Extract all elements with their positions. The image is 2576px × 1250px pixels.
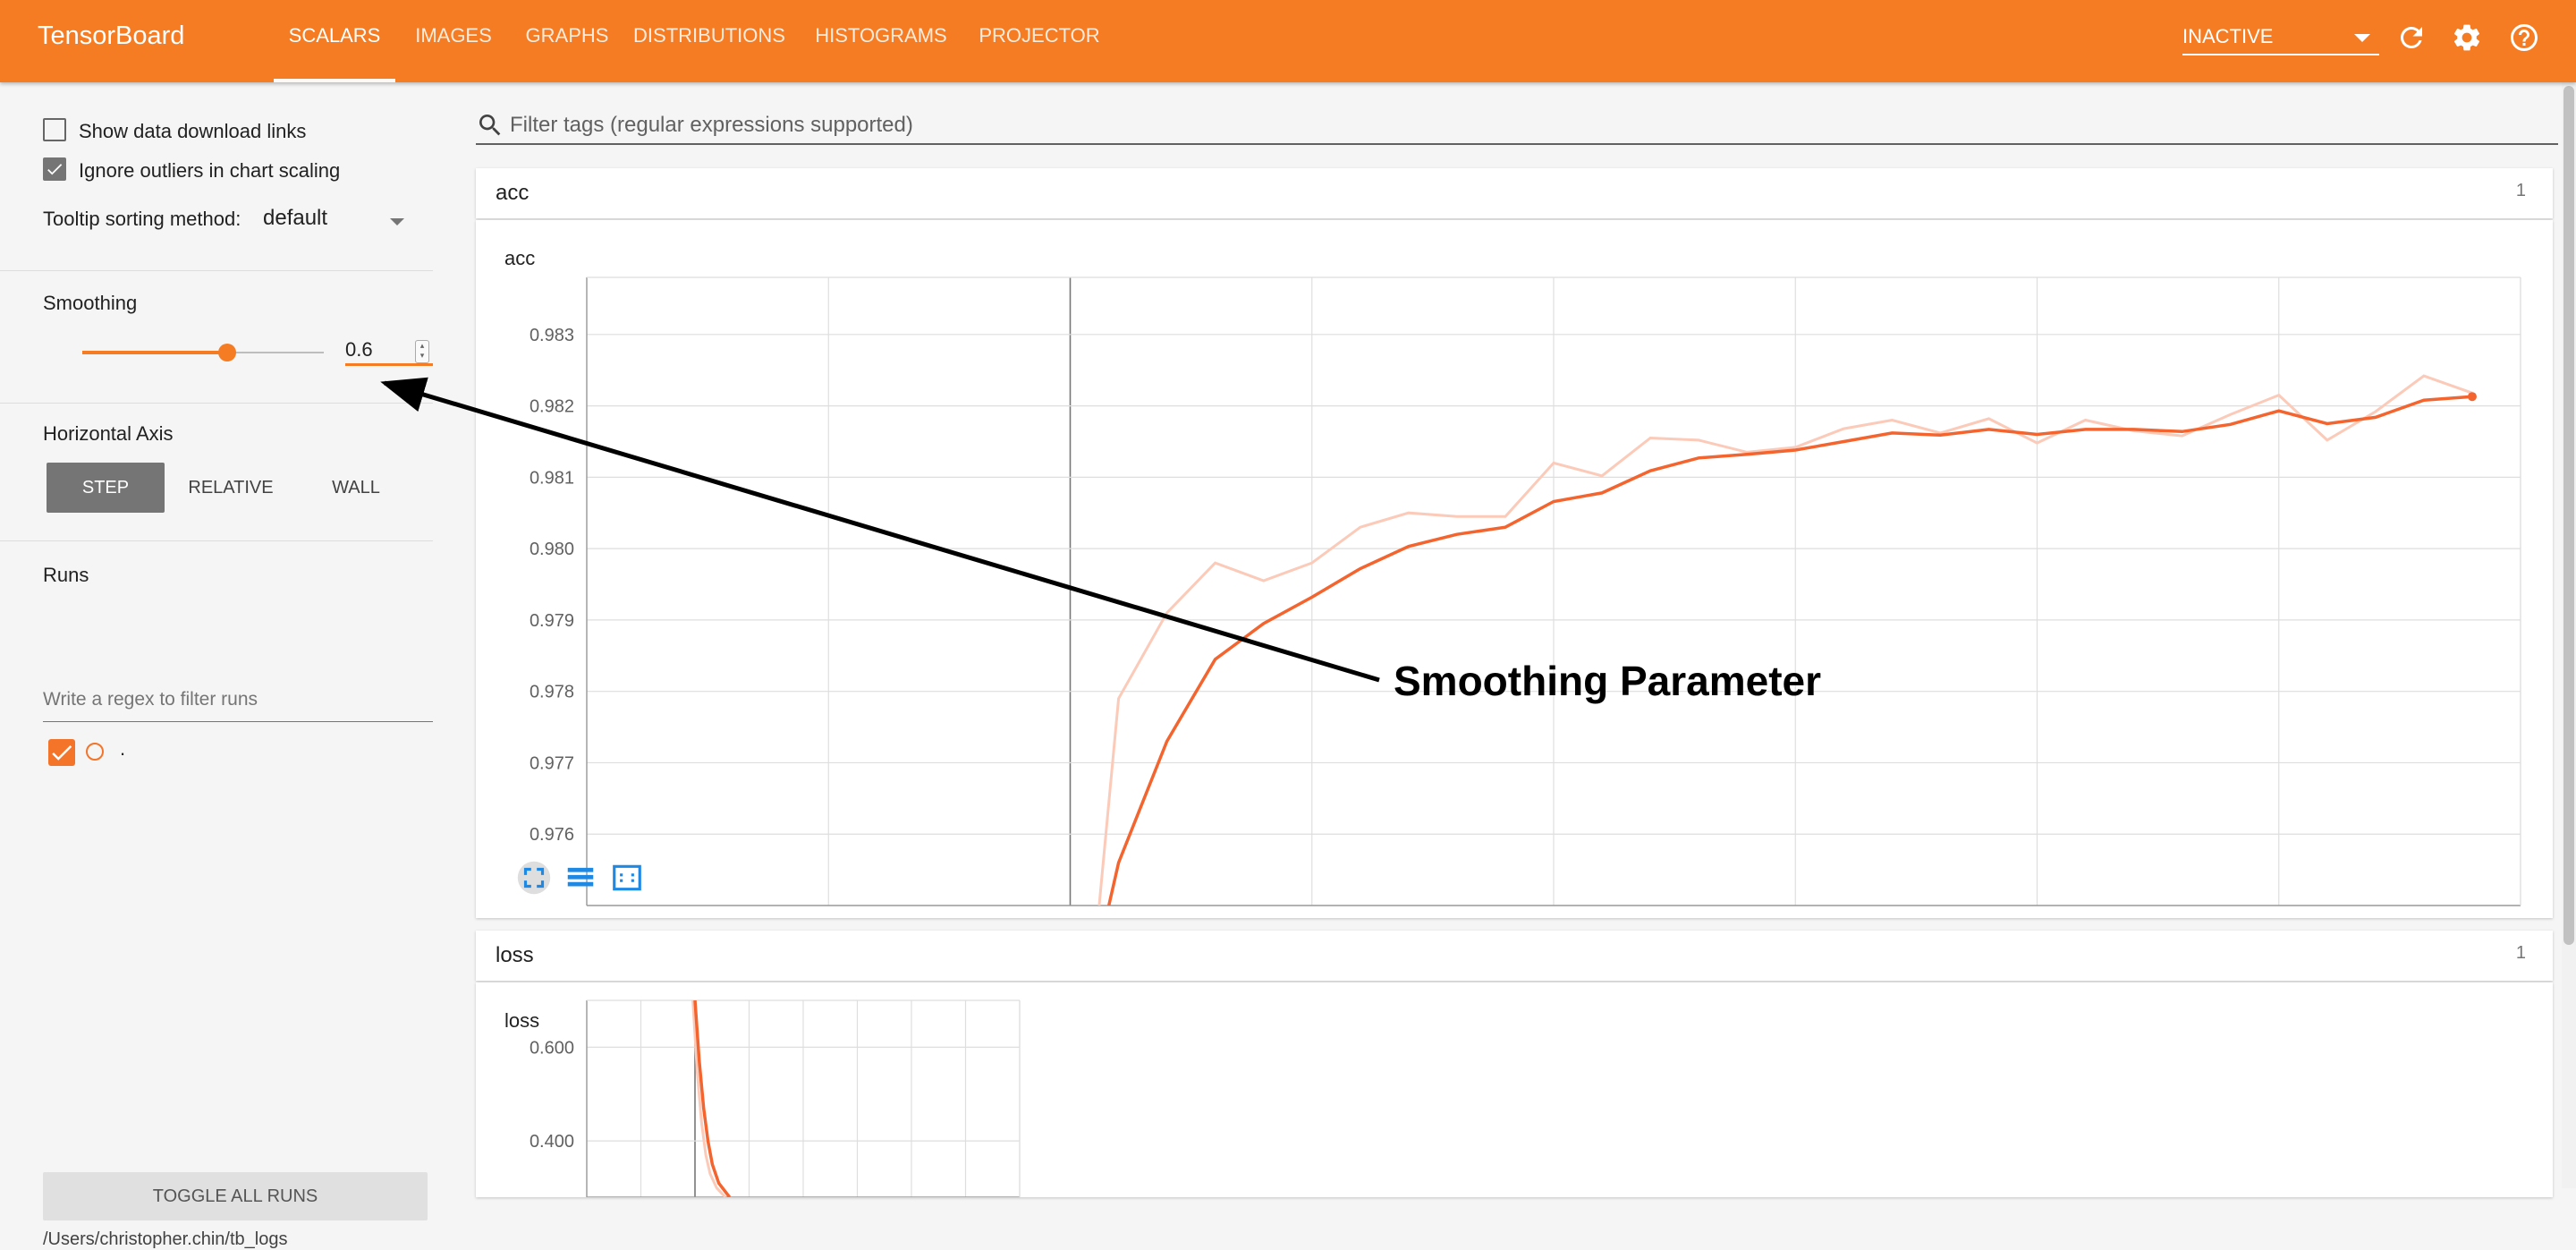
card-count: 1: [2515, 943, 2526, 963]
tab-histograms[interactable]: HISTOGRAMS: [796, 0, 966, 82]
axis-wall-button[interactable]: WALL: [304, 463, 408, 513]
divider: [0, 270, 433, 271]
raw-series-line: [1097, 374, 2473, 906]
refresh-icon[interactable]: [2395, 21, 2428, 54]
tooltip-sorting-arrow-icon[interactable]: [390, 218, 404, 225]
y-tick-label: 0.600: [530, 1038, 574, 1058]
tag-filter-placeholder: Filter tags (regular expressions support…: [510, 113, 913, 137]
y-tick-label: 0.976: [530, 825, 574, 845]
smoothing-label: Smoothing: [43, 292, 138, 314]
tab-distributions[interactable]: DISTRIBUTIONS: [623, 0, 796, 82]
tab-graphs[interactable]: GRAPHS: [512, 0, 623, 82]
search-icon: [479, 115, 501, 136]
runs-label: Runs: [43, 564, 89, 586]
ignore-outliers-checkbox[interactable]: [43, 157, 66, 181]
tag-filter-input[interactable]: Filter tags (regular expressions support…: [476, 109, 2558, 145]
checkmark-icon: [52, 745, 72, 761]
runs-filter-input[interactable]: Write a regex to filter runs: [43, 687, 433, 722]
ignore-outliers-label: Ignore outliers in chart scaling: [79, 159, 341, 182]
tab-scalars[interactable]: SCALARS: [274, 0, 395, 82]
tooltip-sorting-label: Tooltip sorting method:: [43, 208, 242, 230]
run-status-dropdown[interactable]: INACTIVE: [2182, 23, 2379, 55]
log-directory: /Users/christopher.chin/tb_logs: [43, 1229, 288, 1249]
run-checkbox[interactable]: [48, 739, 75, 766]
smoothed-series-line: [1106, 395, 2473, 906]
main-content: Filter tags (regular expressions support…: [433, 82, 2562, 1197]
divider: [0, 403, 433, 404]
axis-relative-button[interactable]: RELATIVE: [175, 463, 286, 513]
show-download-links-label: Show data download links: [79, 120, 307, 142]
acc-chart[interactable]: 0.976 0.977 0.978 0.979 0.980 0.981 0.982 0.983…: [476, 220, 2553, 918]
log-scale-icon[interactable]: [564, 861, 597, 895]
app-title: TensorBoard: [38, 21, 185, 50]
show-download-links-checkbox[interactable]: [43, 118, 66, 141]
y-tick-label: 0.983: [530, 326, 574, 345]
y-tick-label: 0.400: [530, 1132, 574, 1152]
card-header-acc[interactable]: acc 1: [476, 168, 2553, 218]
dropdown-arrow-icon: [2354, 34, 2370, 42]
y-tick-label: 0.980: [530, 540, 574, 559]
settings-icon[interactable]: [2451, 21, 2483, 54]
top-app-bar: TensorBoard SCALARS IMAGES GRAPHS DISTRI…: [0, 0, 2576, 82]
help-icon[interactable]: [2508, 21, 2540, 54]
runs-filter-placeholder: Write a regex to filter runs: [43, 689, 258, 710]
tooltip-sorting-select[interactable]: default: [263, 206, 327, 231]
horizontal-axis-label: Horizontal Axis: [43, 422, 174, 445]
run-status-value: INACTIVE: [2182, 25, 2274, 47]
tab-images[interactable]: IMAGES: [395, 0, 512, 82]
y-tick-label: 0.977: [530, 753, 574, 773]
y-tick-label: 0.979: [530, 611, 574, 631]
chart-card-loss: loss 0.600 0.400: [476, 982, 2553, 1197]
scrollbar-thumb[interactable]: [2563, 86, 2574, 945]
axis-step-button[interactable]: STEP: [47, 463, 165, 513]
card-count: 1: [2515, 181, 2526, 200]
card-tag: acc: [496, 181, 530, 205]
y-tick-label: 0.978: [530, 683, 574, 702]
toggle-all-runs-button[interactable]: TOGGLE ALL RUNS: [43, 1172, 428, 1220]
card-header-loss[interactable]: loss 1: [476, 931, 2553, 981]
fit-domain-icon[interactable]: [610, 861, 644, 895]
card-tag: loss: [496, 943, 534, 967]
series-end-point: [2467, 392, 2477, 402]
smoothing-value: 0.6: [345, 338, 373, 361]
checkmark-icon: [47, 164, 63, 175]
run-name: .: [120, 737, 126, 760]
divider: [0, 540, 433, 541]
chart-card-acc: acc 0.976 0.977 0.978 0.979 0.980 0.981 0.982 0…: [476, 220, 2553, 977]
annotation-label: Smoothing Parameter: [1394, 658, 1821, 704]
run-color-circle-icon: [86, 743, 104, 761]
fullscreen-icon[interactable]: [517, 861, 551, 895]
smoothing-slider-knob[interactable]: [218, 344, 236, 361]
loss-chart[interactable]: 0.600 0.400: [476, 982, 2553, 1197]
y-tick-label: 0.982: [530, 397, 574, 417]
smoothing-spinner[interactable]: ▴ ▾: [415, 340, 429, 363]
tab-projector[interactable]: PROJECTOR: [966, 0, 1113, 82]
sidebar: Show data download links Ignore outliers…: [0, 82, 433, 1249]
smoothing-slider-fill: [82, 351, 227, 354]
y-tick-label: 0.981: [530, 468, 574, 488]
